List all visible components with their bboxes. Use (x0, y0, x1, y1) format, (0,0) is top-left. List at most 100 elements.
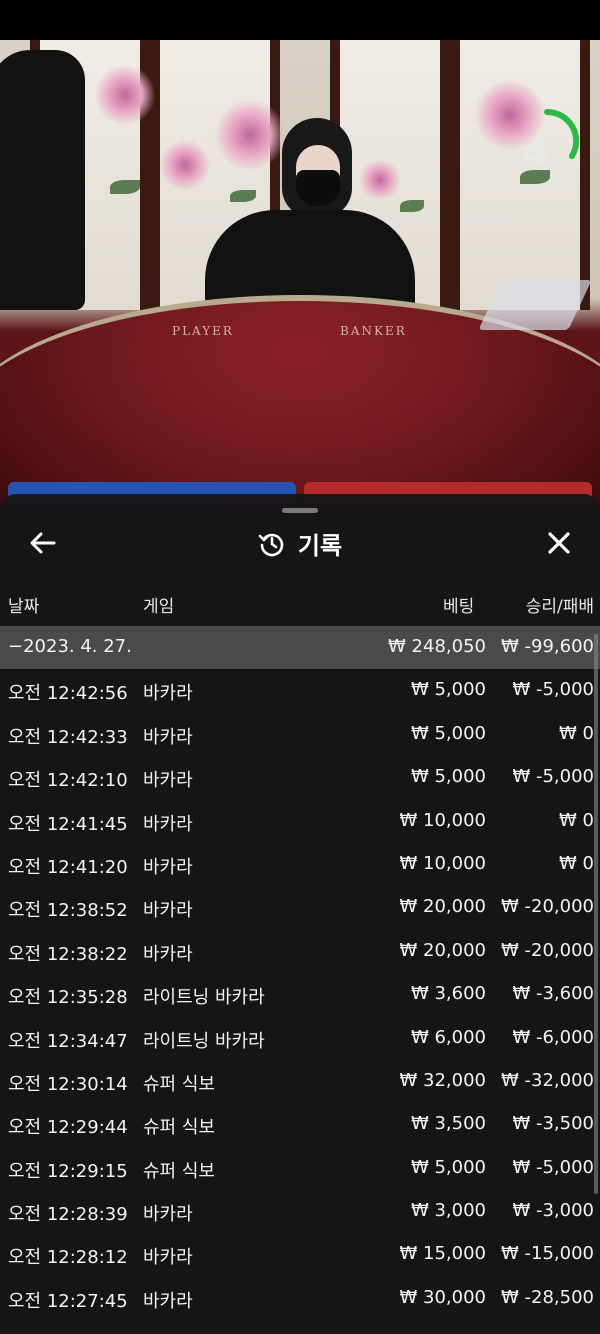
row-result: ₩ -6,000 (512, 1026, 594, 1048)
table-row[interactable]: 오전 12:29:44 슈퍼 식보 ₩ 3,500 ₩ -3,500 (0, 1103, 600, 1146)
row-time: 오전 12:29:44 (8, 1117, 128, 1139)
dealer-assistant (0, 50, 85, 310)
row-result: ₩ -15,000 (501, 1243, 594, 1265)
drag-handle[interactable] (282, 508, 318, 513)
close-icon (548, 532, 570, 554)
row-bet: ₩ 20,000 (399, 939, 486, 961)
row-result: ₩ -3,600 (512, 983, 594, 1005)
row-time: 오전 12:34:47 (8, 1030, 128, 1052)
row-game: 바카라 (143, 683, 193, 705)
row-bet: ₩ 32,000 (399, 1069, 486, 1091)
table-row[interactable]: 오전 12:28:12 바카라 ₩ 15,000 ₩ -15,000 (0, 1233, 600, 1276)
column-header-bet: 베팅 (443, 597, 475, 617)
row-result: ₩ 0 (559, 722, 594, 744)
row-time: 오전 12:42:10 (8, 770, 128, 792)
scrollbar[interactable] (594, 634, 598, 1194)
history-rows: 오전 12:42:56 바카라 ₩ 5,000 ₩ -5,000 오전 12:42:33… (0, 669, 600, 1320)
flower-decoration (160, 140, 210, 190)
history-icon (258, 533, 284, 556)
row-time: 오전 12:42:33 (8, 726, 128, 748)
row-game: 바카라 (143, 1290, 193, 1312)
row-game: 라이트닝 바카라 (143, 987, 265, 1009)
row-game: 바카라 (143, 900, 193, 922)
table-player-label: PLAYER (172, 324, 234, 338)
row-bet: ₩ 30,000 (399, 1286, 486, 1308)
row-result: ₩ -5,000 (512, 679, 594, 701)
history-panel: 기록 날짜 게임 베팅 승리/패배 −2023. 4. 27. ₩ 248,05… (0, 494, 600, 1334)
leaf-decoration (400, 200, 424, 212)
history-header: 기록 (0, 518, 600, 568)
row-time: 오전 12:38:22 (8, 943, 128, 965)
row-time: 오전 12:28:39 (8, 1204, 128, 1226)
table-row[interactable]: 오전 12:42:33 바카라 ₩ 5,000 ₩ 0 (0, 713, 600, 756)
page-title: 기록 (297, 532, 343, 560)
row-result: ₩ -5,000 (512, 766, 594, 788)
row-bet: ₩ 3,500 (410, 1113, 486, 1135)
row-time: 오전 12:29:15 (8, 1160, 128, 1182)
row-time: 오전 12:28:12 (8, 1247, 128, 1269)
row-bet: ₩ 6,000 (410, 1026, 486, 1048)
countdown-timer-value: 4 (522, 130, 550, 176)
row-time: 오전 12:42:56 (8, 683, 128, 705)
row-result: ₩ -3,000 (512, 1200, 594, 1222)
row-bet: ₩ 5,000 (410, 766, 486, 788)
row-result: ₩ -28,500 (501, 1286, 594, 1308)
row-bet: ₩ 5,000 (410, 722, 486, 744)
column-header-game: 게임 (143, 597, 175, 617)
live-video: PLAYER BANKER 4 (0, 40, 600, 510)
flower-decoration (360, 160, 400, 200)
dealer-mask (296, 170, 340, 206)
table-row[interactable]: 오전 12:38:52 바카라 ₩ 20,000 ₩ -20,000 (0, 886, 600, 929)
row-game: 바카라 (143, 726, 193, 748)
title-group: 기록 (0, 526, 600, 561)
leaf-decoration (230, 190, 256, 202)
table-row[interactable]: 오전 12:30:14 슈퍼 식보 ₩ 32,000 ₩ -32,000 (0, 1060, 600, 1103)
table-row[interactable]: 오전 12:38:22 바카라 ₩ 20,000 ₩ -20,000 (0, 930, 600, 973)
row-time: 오전 12:41:20 (8, 856, 128, 878)
row-result: ₩ -5,000 (512, 1156, 594, 1178)
row-bet: ₩ 5,000 (410, 1156, 486, 1178)
row-time: 오전 12:30:14 (8, 1073, 128, 1095)
date-group-result-total: ₩ -99,600 (501, 636, 594, 657)
table-row[interactable]: 오전 12:35:28 라이트닝 바카라 ₩ 3,600 ₩ -3,600 (0, 973, 600, 1016)
row-time: 오전 12:41:45 (8, 813, 128, 835)
table-row[interactable]: 오전 12:42:56 바카라 ₩ 5,000 ₩ -5,000 (0, 669, 600, 712)
table-row[interactable]: 오전 12:34:47 라이트닝 바카라 ₩ 6,000 ₩ -6,000 (0, 1017, 600, 1060)
row-bet: ₩ 20,000 (399, 896, 486, 918)
flower-decoration (215, 100, 285, 170)
table-banker-label: BANKER (340, 324, 407, 338)
row-bet: ₩ 3,600 (410, 983, 486, 1005)
close-button[interactable] (542, 526, 576, 560)
row-game: 바카라 (143, 1247, 193, 1269)
row-result: ₩ 0 (559, 809, 594, 831)
date-group-label: −2023. 4. 27. (8, 636, 132, 657)
date-group-bet-total: ₩ 248,050 (388, 636, 486, 657)
column-header-result: 승리/패배 (525, 597, 594, 617)
table-row[interactable]: 오전 12:27:45 바카라 ₩ 30,000 ₩ -28,500 (0, 1277, 600, 1320)
column-headers: 날짜 게임 베팅 승리/패배 (0, 592, 600, 618)
row-game: 바카라 (143, 770, 193, 792)
row-game: 바카라 (143, 943, 193, 965)
table-row[interactable]: 오전 12:29:15 슈퍼 식보 ₩ 5,000 ₩ -5,000 (0, 1147, 600, 1190)
row-game: 슈퍼 식보 (143, 1073, 215, 1095)
row-result: ₩ -32,000 (501, 1069, 594, 1091)
row-time: 오전 12:27:45 (8, 1290, 128, 1312)
table-row[interactable]: 오전 12:41:20 바카라 ₩ 10,000 ₩ 0 (0, 843, 600, 886)
row-result: ₩ 0 (559, 852, 594, 874)
row-game: 바카라 (143, 813, 193, 835)
row-game: 라이트닝 바카라 (143, 1030, 265, 1052)
date-group-row[interactable]: −2023. 4. 27. ₩ 248,050 ₩ -99,600 (0, 626, 600, 670)
row-bet: ₩ 10,000 (399, 852, 486, 874)
table-row[interactable]: 오전 12:41:45 바카라 ₩ 10,000 ₩ 0 (0, 800, 600, 843)
table-row[interactable]: 오전 12:42:10 바카라 ₩ 5,000 ₩ -5,000 (0, 756, 600, 799)
row-result: ₩ -3,500 (512, 1113, 594, 1135)
row-game: 슈퍼 식보 (143, 1160, 215, 1182)
row-result: ₩ -20,000 (501, 896, 594, 918)
history-list: −2023. 4. 27. ₩ 248,050 ₩ -99,600 오전 12:… (0, 626, 600, 1320)
column-header-date: 날짜 (8, 597, 40, 617)
table-row[interactable]: 오전 12:28:39 바카라 ₩ 3,000 ₩ -3,000 (0, 1190, 600, 1233)
row-bet: ₩ 15,000 (399, 1243, 486, 1265)
flower-decoration (95, 65, 155, 125)
leaf-decoration (110, 180, 140, 194)
row-game: 바카라 (143, 856, 193, 878)
